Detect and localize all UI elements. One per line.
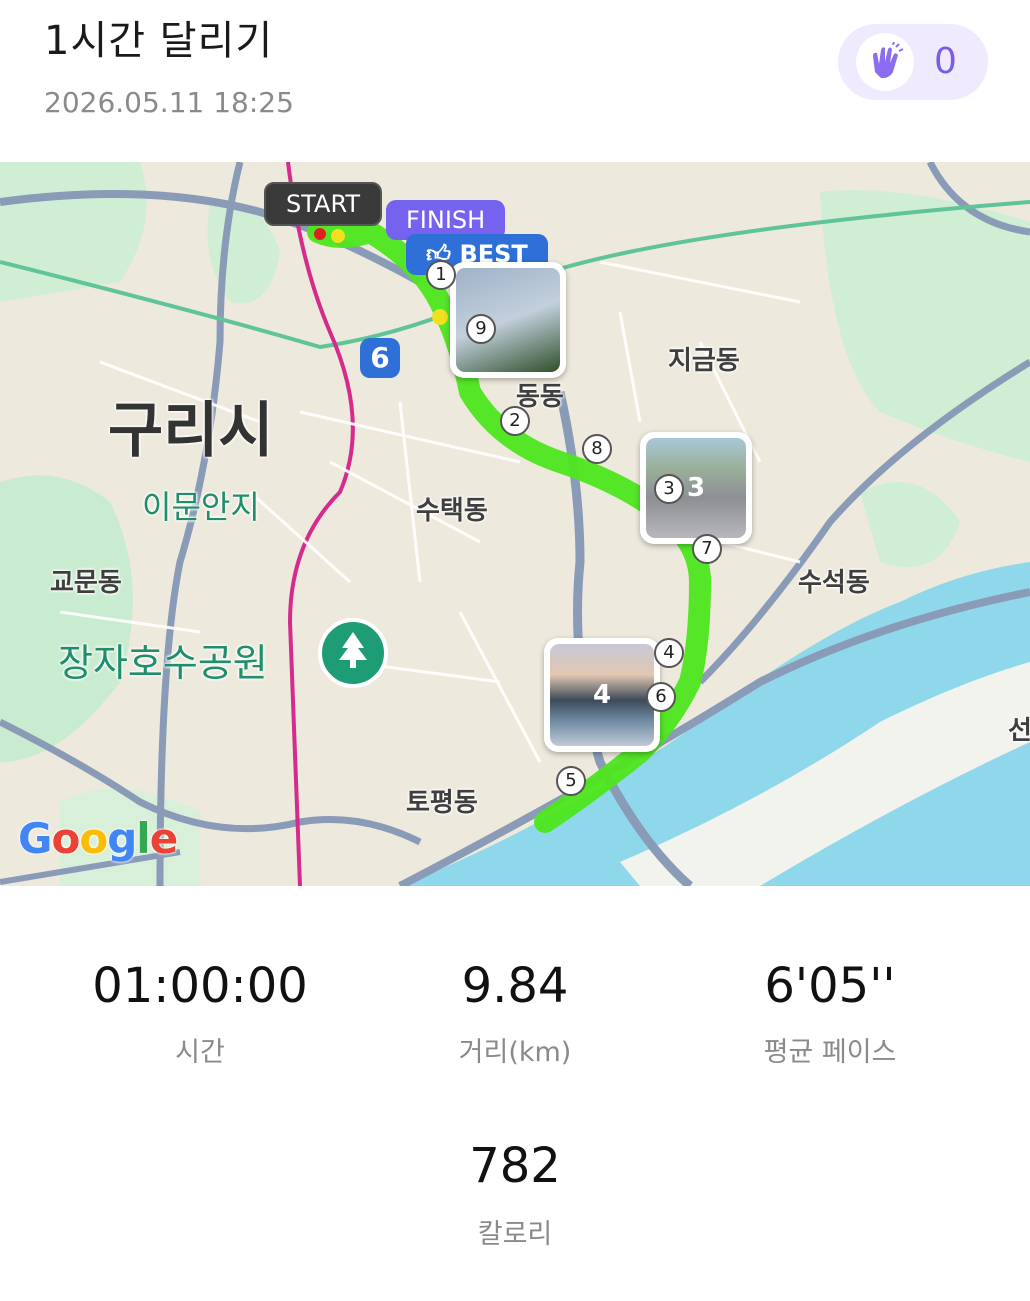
stat-distance-value: 9.84 bbox=[461, 958, 569, 1014]
park-label: 장자호수공원 bbox=[58, 641, 268, 685]
km-marker[interactable]: 3 bbox=[654, 474, 684, 504]
place-label: 이문안지 bbox=[142, 488, 260, 526]
stat-time-label: 시간 bbox=[175, 1037, 225, 1068]
km-marker[interactable]: 9 bbox=[466, 314, 496, 344]
workout-title: 1시간 달리기 bbox=[44, 18, 274, 64]
clap-count: 0 bbox=[934, 41, 957, 82]
km-marker[interactable]: 6 bbox=[646, 682, 676, 712]
km-marker[interactable]: 8 bbox=[582, 434, 612, 464]
place-label: 토평동 bbox=[406, 788, 478, 818]
place-label: 수택동 bbox=[416, 496, 488, 526]
km-marker[interactable]: 5 bbox=[556, 766, 586, 796]
km-marker[interactable]: 1 bbox=[426, 260, 456, 290]
route-number-sign: 6 bbox=[360, 338, 400, 378]
start-badge: START bbox=[264, 182, 383, 226]
park-icon[interactable] bbox=[318, 618, 388, 688]
city-label: 구리시 bbox=[108, 396, 274, 466]
place-label: 수석동 bbox=[798, 568, 870, 598]
stat-calories-label: 칼로리 bbox=[477, 1219, 553, 1250]
workout-datetime: 2026.05.11 18:25 bbox=[44, 86, 294, 119]
km-marker[interactable]: 2 bbox=[500, 406, 530, 436]
clap-button[interactable]: 0 bbox=[838, 24, 988, 100]
place-label: 선 bbox=[1008, 716, 1030, 746]
stat-time-value: 01:00:00 bbox=[92, 958, 308, 1014]
stat-pace-label: 평균 페이스 bbox=[763, 1037, 897, 1068]
clap-icon bbox=[856, 33, 914, 91]
photo-image: 4 bbox=[550, 644, 654, 746]
photo-thumbnail[interactable]: 4 bbox=[544, 638, 660, 752]
km-marker[interactable]: 7 bbox=[692, 534, 722, 564]
km-marker[interactable]: 4 bbox=[654, 638, 684, 668]
google-logo: Google bbox=[18, 814, 178, 863]
stat-pace-value: 6'05'' bbox=[764, 958, 896, 1014]
route-map[interactable]: 구리시 지금동 동동 수택동 이문안지 교문동 수석동 토평동 장자호수공원 선… bbox=[0, 162, 1030, 886]
photo-number: 4 bbox=[592, 680, 612, 710]
place-label: 교문동 bbox=[50, 568, 122, 598]
stat-calories-value: 782 bbox=[469, 1138, 561, 1194]
stat-distance-label: 거리(km) bbox=[458, 1037, 572, 1068]
photo-number: 3 bbox=[686, 473, 706, 503]
place-label: 지금동 bbox=[668, 346, 740, 376]
